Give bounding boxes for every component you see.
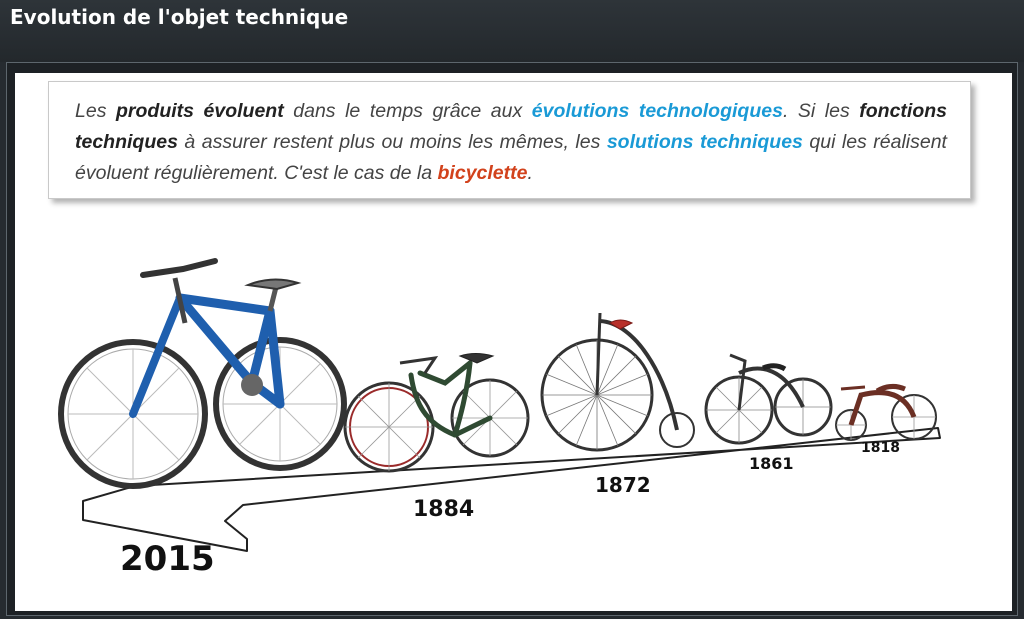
- intro-text: dans le temps grâce aux: [283, 100, 532, 122]
- bike-1884-image: [343, 353, 530, 473]
- intro-highlight: bicyclette: [437, 162, 528, 184]
- bike-1861-image: [704, 353, 833, 445]
- year-1818-label: 1818: [861, 440, 900, 456]
- intro-text: à assurer restent plus ou moins les même…: [177, 131, 607, 153]
- year-1884-label: 1884: [413, 497, 475, 522]
- title-bar: Evolution de l'objet technique: [0, 0, 1024, 62]
- intro-text: Les: [75, 100, 116, 122]
- year-1861-label: 1861: [749, 454, 794, 473]
- intro-bold: produits évoluent: [116, 100, 284, 122]
- bike-1872-image: [540, 312, 695, 452]
- intro-highlight: solutions techniques: [606, 131, 803, 153]
- page-title: Evolution de l'objet technique: [10, 5, 349, 29]
- bike-2015-image: [58, 258, 347, 489]
- year-1872-label: 1872: [595, 473, 651, 497]
- year-2015-label: 2015: [120, 539, 215, 579]
- timeline-arrow: [82, 427, 941, 552]
- intro-text: .: [527, 162, 533, 184]
- illustration-panel: Les produits évoluent dans le temps grâc…: [15, 73, 1012, 611]
- intro-textbox: Les produits évoluent dans le temps grâc…: [48, 81, 971, 199]
- intro-highlight: évolutions technologiques: [531, 100, 783, 122]
- intro-text: . Si les: [782, 100, 860, 122]
